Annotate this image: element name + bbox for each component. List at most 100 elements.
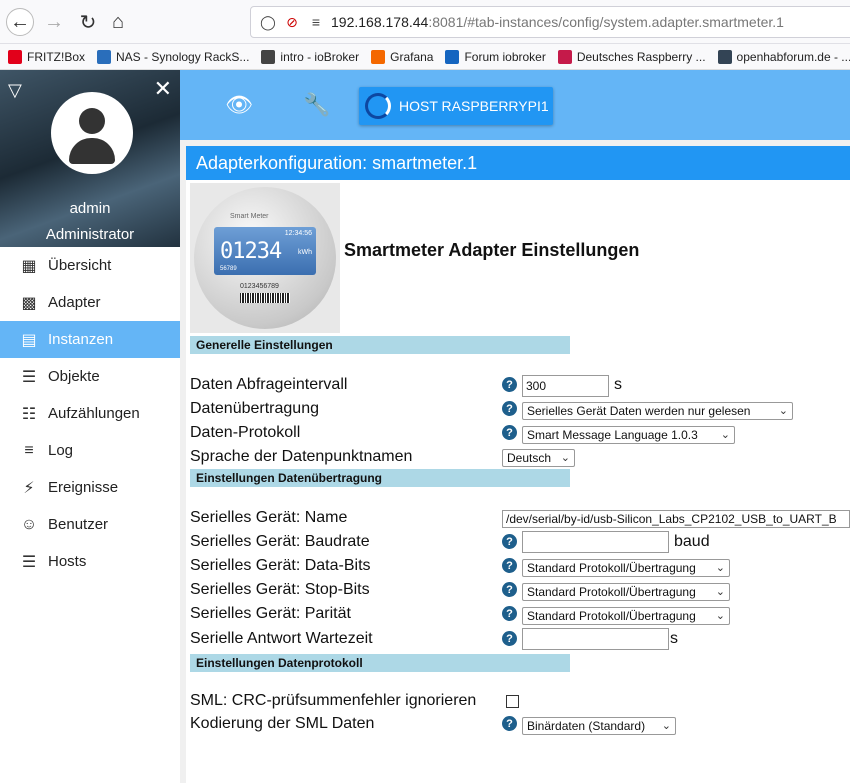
encoding-select[interactable]: Binärdaten (Standard) ⌄	[522, 717, 676, 735]
browser-toolbar: ← → ↻ ⌂ ◯ ⊘ ≡ 192.168.178.44:8081/#tab-i…	[0, 0, 850, 44]
chevron-down-icon: ⌄	[778, 405, 788, 417]
bookmark-label: intro - ioBroker	[280, 49, 360, 64]
stopbits-select[interactable]: Standard Protokoll/Übertragung ⌄	[522, 583, 730, 601]
shield-icon[interactable]: ◯	[259, 13, 277, 31]
interval-input[interactable]: 300	[522, 375, 609, 397]
menu-triangle-icon[interactable]: ▽	[8, 80, 22, 101]
smartmeter-logo: Smart Meter 12:34:56 01234 kWh 56789 012…	[190, 183, 340, 333]
sidebar-item-adapter[interactable]: ▩ Adapter	[0, 284, 180, 321]
address-bar[interactable]: ◯ ⊘ ≡ 192.168.178.44:8081/#tab-instances…	[250, 6, 850, 38]
bookmark-item[interactable]: FRITZ!Box	[8, 49, 85, 64]
wait-time-input[interactable]	[522, 628, 669, 650]
device-name-label: Serielles Gerät: Name	[190, 509, 348, 526]
sidebar-item-hosts[interactable]: ☰ Hosts	[0, 543, 180, 580]
store-icon: ▩	[21, 294, 37, 312]
user-icon: ☺	[20, 515, 38, 533]
sidebar-item-aufz-hlungen[interactable]: ☷ Aufzählungen	[0, 395, 180, 432]
bookmark-favicon-icon	[717, 49, 732, 64]
interval-label: Daten Abfrageintervall	[190, 376, 348, 393]
host-button[interactable]: HOST RASPBERRYPI1	[359, 87, 553, 125]
forward-arrow-icon[interactable]: →	[40, 8, 68, 36]
bookmark-label: NAS - Synology RackS...	[116, 49, 250, 64]
page-heading: Smartmeter Adapter Einstellungen	[344, 240, 640, 260]
sidebar-item-label: Instanzen	[48, 331, 114, 348]
bookmarks-bar: FRITZ!Box NAS - Synology RackS... intro - …	[0, 44, 850, 70]
section-general: Generelle Einstellungen	[190, 336, 570, 354]
sidebar-nav: ▦ Übersicht ▩ Adapter ▤ Instanzen ☰ Objekte ☷ Auf…	[0, 247, 180, 580]
transfer-select[interactable]: Serielles Gerät Daten werden nur gelesen…	[522, 402, 793, 420]
log-icon: ≡	[24, 441, 34, 459]
sidebar-item-label: Hosts	[48, 553, 87, 570]
baudrate-label: Serielles Gerät: Baudrate	[190, 533, 370, 550]
help-icon[interactable]: ?	[502, 558, 517, 573]
help-icon[interactable]: ?	[502, 377, 517, 392]
bookmark-favicon-icon	[557, 49, 572, 64]
eye-icon[interactable]: 👁	[224, 90, 254, 120]
bookmark-favicon-icon	[8, 49, 22, 64]
help-icon[interactable]: ?	[502, 716, 517, 731]
bookmark-label: Deutsches Raspberry ...	[576, 49, 706, 64]
permissions-icon[interactable]: ≡	[307, 13, 325, 31]
chevron-down-icon: ⌄	[560, 452, 570, 464]
sidebar-item-label: Benutzer	[48, 516, 109, 533]
stopbits-label: Serielles Gerät: Stop-Bits	[190, 581, 370, 598]
home-icon[interactable]: ⌂	[104, 8, 132, 36]
crc-ignore-label: SML: CRC-prüfsummenfehler ignorieren	[190, 692, 477, 709]
parity-label: Serielles Gerät: Parität	[190, 605, 351, 622]
sidebar-item-objekte[interactable]: ☰ Objekte	[0, 358, 180, 395]
help-icon[interactable]: ?	[502, 534, 517, 549]
help-icon[interactable]: ?	[502, 401, 517, 416]
sidebar-item-label: Ereignisse	[48, 479, 119, 496]
sidebar-item-ereignisse[interactable]: ⚡ Ereignisse	[0, 469, 180, 506]
help-icon[interactable]: ?	[502, 606, 517, 621]
bookmark-item[interactable]: intro - ioBroker	[261, 49, 360, 64]
protocol-select[interactable]: Smart Message Language 1.0.3 ⌄	[522, 426, 735, 444]
sidebar-item-instanzen[interactable]: ▤ Instanzen	[0, 321, 180, 358]
help-icon[interactable]: ?	[502, 425, 517, 440]
protocol-label: Daten-Protokoll	[190, 424, 301, 441]
bookmark-label: openhabforum.de - ...	[736, 49, 850, 64]
parity-select[interactable]: Standard Protokoll/Übertragung ⌄	[522, 607, 730, 625]
bookmark-item[interactable]: Deutsches Raspberry ...	[557, 49, 706, 64]
bookmark-favicon-icon	[371, 49, 386, 64]
hosts-icon: ☰	[21, 553, 37, 571]
sidebar-item-label: Adapter	[48, 294, 101, 311]
back-arrow-icon[interactable]: ←	[6, 8, 34, 36]
sidebar-item-benutzer[interactable]: ☺ Benutzer	[0, 506, 180, 543]
databits-select[interactable]: Standard Protokoll/Übertragung ⌄	[522, 559, 730, 577]
wrench-icon[interactable]: 🔧	[302, 90, 332, 120]
sidebar-item-label: Aufzählungen	[48, 405, 140, 422]
bookmark-label: Grafana	[390, 49, 434, 64]
reload-icon[interactable]: ↻	[74, 8, 102, 36]
sidebar-item--bersicht[interactable]: ▦ Übersicht	[0, 247, 180, 284]
bookmark-item[interactable]: Grafana	[371, 49, 434, 64]
chevron-down-icon: ⌄	[715, 562, 725, 574]
language-select[interactable]: Deutsch ⌄	[502, 449, 575, 467]
insecure-lock-icon[interactable]: ⊘	[283, 13, 301, 31]
baudrate-input[interactable]	[522, 531, 669, 553]
close-icon[interactable]: ✕	[154, 76, 172, 102]
panel-title: Adapterkonfiguration: smartmeter.1	[186, 146, 850, 180]
host-label: HOST RASPBERRYPI1	[399, 98, 549, 114]
help-icon[interactable]: ?	[502, 582, 517, 597]
help-icon[interactable]: ?	[502, 631, 517, 646]
section-protocol: Einstellungen Datenprotokoll	[190, 654, 570, 672]
chevron-down-icon: ⌄	[715, 610, 725, 622]
databits-label: Serielles Gerät: Data-Bits	[190, 557, 371, 574]
user-role: Administrator	[45, 226, 135, 243]
adapter-config-panel: Adapterkonfiguration: smartmeter.1 Smart…	[186, 146, 850, 783]
sidebar-item-log[interactable]: ≡ Log	[0, 432, 180, 469]
avatar	[51, 92, 133, 174]
device-name-input[interactable]: /dev/serial/by-id/usb-Silicon_Labs_CP210…	[502, 510, 850, 528]
bookmark-item[interactable]: Forum iobroker	[445, 49, 546, 64]
bookmark-label: Forum iobroker	[464, 49, 546, 64]
main-area: 👁 🔧 HOST RASPBERRYPI1 Adapterkonfigurati…	[180, 70, 850, 783]
sidebar-item-label: Übersicht	[48, 257, 112, 274]
grid-icon: ▦	[21, 257, 37, 275]
bookmark-favicon-icon	[261, 49, 276, 64]
bookmark-item[interactable]: NAS - Synology RackS...	[97, 49, 250, 64]
sidebar: ▽ ✕ admin Administrator ▦ Übersicht ▩ Adapt…	[0, 70, 180, 783]
transfer-label: Datenübertragung	[190, 400, 319, 417]
crc-ignore-checkbox[interactable]	[506, 695, 519, 708]
bookmark-item[interactable]: openhabforum.de - ...	[717, 49, 850, 64]
